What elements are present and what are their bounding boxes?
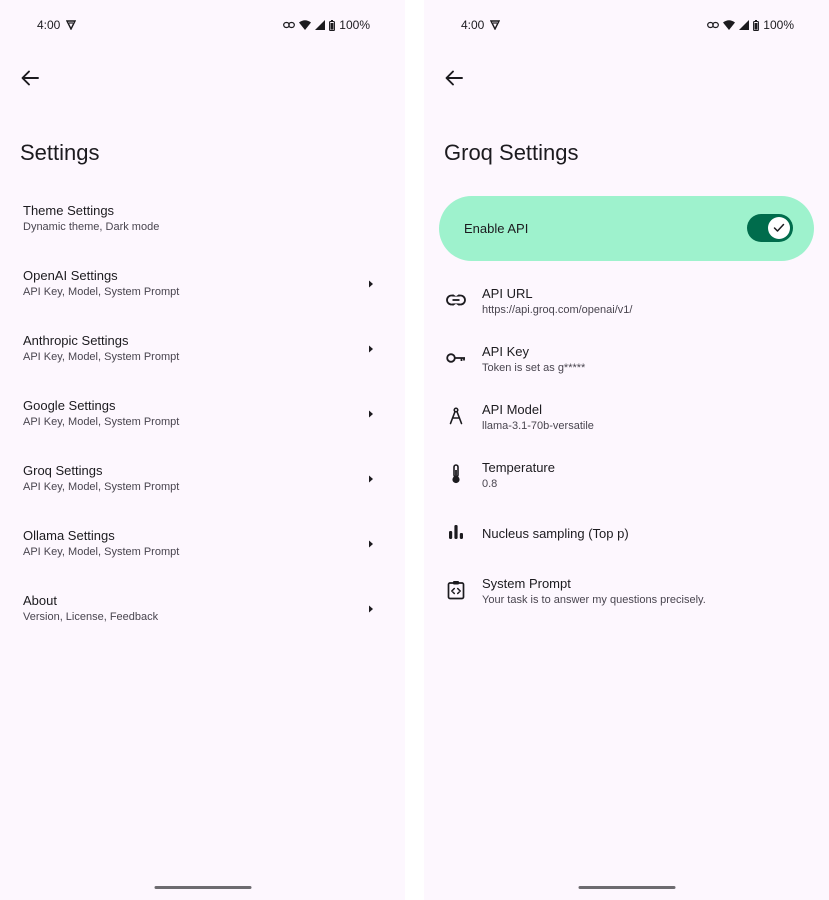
check-icon — [773, 223, 785, 232]
groq-settings-screen: 4:00 100% Groq Settings Enable API API U… — [424, 0, 829, 900]
api-item-subtitle: https://api.groq.com/openai/v1/ — [482, 304, 633, 316]
settings-item-subtitle: API Key, Model, System Prompt — [23, 416, 180, 428]
arrow-back-icon — [21, 70, 39, 86]
settings-item-subtitle: Version, License, Feedback — [23, 611, 159, 623]
chevron-right-icon — [369, 280, 373, 288]
key-icon — [444, 346, 468, 370]
chevron-right-icon — [369, 475, 373, 483]
status-bar: 4:00 100% — [424, 14, 829, 34]
api-item-subtitle: Your task is to answer my questions prec… — [482, 594, 706, 606]
settings-item-title: OpenAI Settings — [23, 268, 118, 283]
vpn-icon — [490, 20, 501, 30]
api-item-title: System Prompt — [482, 576, 571, 591]
api-key-item[interactable]: API Key Token is set as g***** — [424, 330, 829, 388]
settings-screen: 4:00 100% Settings Theme Settings Dynami… — [0, 0, 405, 900]
back-button[interactable] — [438, 62, 470, 94]
api-item-subtitle: llama-3.1-70b-versatile — [482, 420, 594, 432]
api-item-subtitle: Token is set as g***** — [482, 362, 586, 374]
api-settings-list: API URL https://api.groq.com/openai/v1/ … — [424, 272, 829, 620]
clock: 4:00 — [37, 18, 61, 32]
compass-icon — [444, 404, 468, 428]
settings-item-title: Theme Settings — [23, 203, 115, 218]
gesture-nav-handle[interactable] — [154, 886, 251, 889]
signal-icon — [739, 20, 750, 30]
thermometer-icon — [444, 462, 468, 486]
api-item-title: API Key — [482, 344, 529, 359]
api-item-title: Nucleus sampling (Top p) — [482, 526, 629, 541]
page-title: Settings — [20, 140, 100, 165]
api-model-item[interactable]: API Model llama-3.1-70b-versatile — [424, 388, 829, 446]
vpn-icon — [66, 20, 77, 30]
status-bar: 4:00 100% — [0, 14, 405, 34]
settings-item-subtitle: API Key, Model, System Prompt — [23, 546, 180, 558]
settings-item-title: Google Settings — [23, 398, 116, 413]
settings-item-ollama[interactable]: Ollama Settings API Key, Model, System P… — [0, 517, 405, 582]
api-item-title: API URL — [482, 286, 533, 301]
signal-icon — [315, 20, 326, 30]
top-p-item[interactable]: Nucleus sampling (Top p) — [424, 504, 829, 562]
clock: 4:00 — [461, 18, 485, 32]
link-status-icon — [707, 21, 720, 29]
bar-chart-icon — [444, 520, 468, 544]
battery-icon — [753, 19, 760, 31]
temperature-item[interactable]: Temperature 0.8 — [424, 446, 829, 504]
settings-item-title: Anthropic Settings — [23, 333, 129, 348]
settings-item-openai[interactable]: OpenAI Settings API Key, Model, System P… — [0, 257, 405, 322]
settings-item-about[interactable]: About Version, License, Feedback — [0, 582, 405, 647]
chevron-right-icon — [369, 540, 373, 548]
settings-item-subtitle: API Key, Model, System Prompt — [23, 351, 180, 363]
chevron-right-icon — [369, 410, 373, 418]
arrow-back-icon — [445, 70, 463, 86]
battery-icon — [329, 19, 336, 31]
settings-item-subtitle: API Key, Model, System Prompt — [23, 481, 180, 493]
api-url-item[interactable]: API URL https://api.groq.com/openai/v1/ — [424, 272, 829, 330]
toggle-thumb — [768, 217, 790, 239]
settings-item-google[interactable]: Google Settings API Key, Model, System P… — [0, 387, 405, 452]
api-item-title: API Model — [482, 402, 542, 417]
settings-item-title: Groq Settings — [23, 463, 103, 478]
wifi-icon — [723, 20, 736, 30]
settings-item-groq[interactable]: Groq Settings API Key, Model, System Pro… — [0, 452, 405, 517]
enable-api-label: Enable API — [464, 221, 529, 236]
code-clipboard-icon — [444, 578, 468, 602]
chevron-right-icon — [369, 605, 373, 613]
back-button[interactable] — [14, 62, 46, 94]
battery-level: 100% — [763, 18, 794, 32]
settings-item-subtitle: Dynamic theme, Dark mode — [23, 221, 160, 233]
settings-item-title: Ollama Settings — [23, 528, 115, 543]
settings-item-theme[interactable]: Theme Settings Dynamic theme, Dark mode — [0, 192, 405, 257]
settings-item-title: About — [23, 593, 57, 608]
link-icon — [444, 288, 468, 312]
settings-list: Theme Settings Dynamic theme, Dark mode … — [0, 192, 405, 647]
wifi-icon — [299, 20, 312, 30]
api-item-subtitle: 0.8 — [482, 478, 498, 490]
system-prompt-item[interactable]: System Prompt Your task is to answer my … — [424, 562, 829, 620]
settings-item-anthropic[interactable]: Anthropic Settings API Key, Model, Syste… — [0, 322, 405, 387]
settings-item-subtitle: API Key, Model, System Prompt — [23, 286, 180, 298]
enable-api-toggle[interactable] — [747, 214, 793, 242]
api-item-title: Temperature — [482, 460, 555, 475]
link-status-icon — [283, 21, 296, 29]
gesture-nav-handle[interactable] — [578, 886, 675, 889]
enable-api-card[interactable]: Enable API — [439, 196, 814, 261]
battery-level: 100% — [339, 18, 370, 32]
page-title: Groq Settings — [444, 140, 579, 165]
chevron-right-icon — [369, 345, 373, 353]
